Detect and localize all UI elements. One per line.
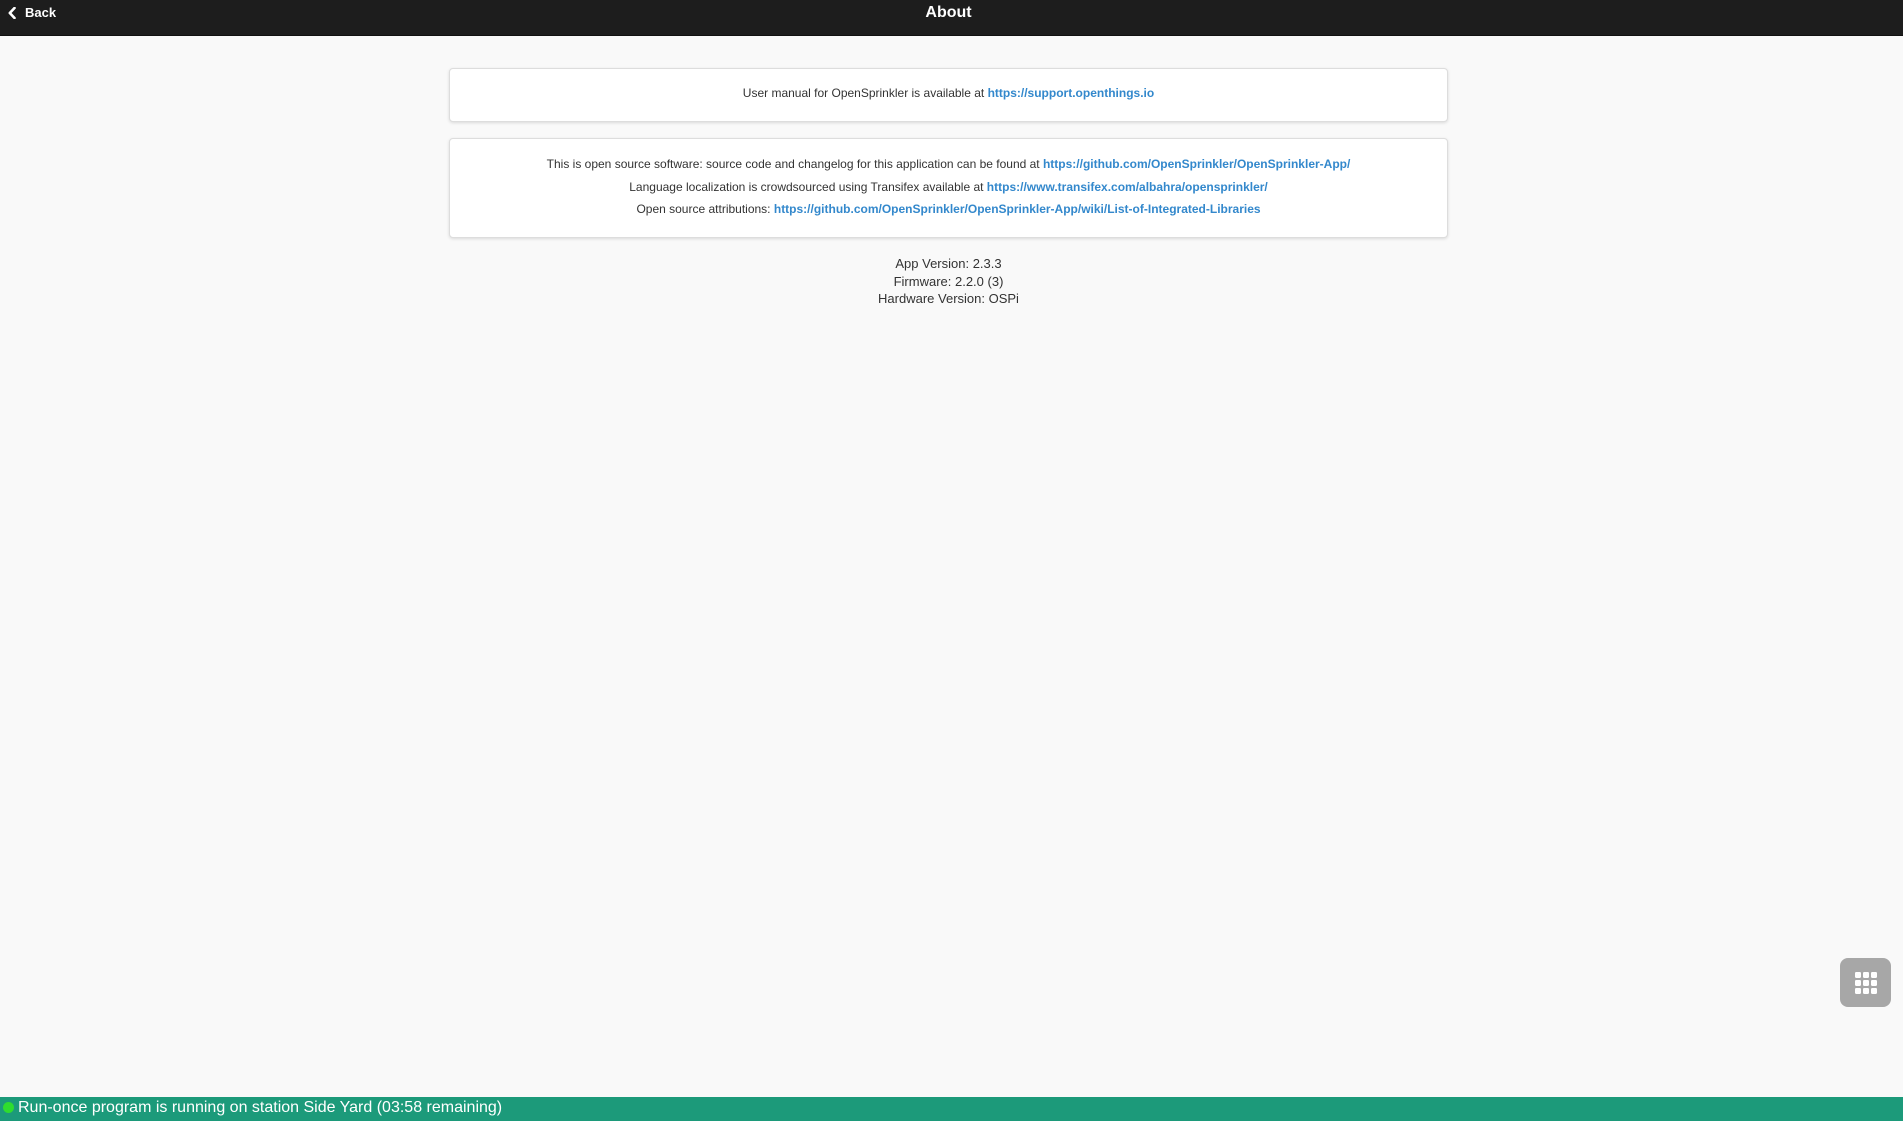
user-manual-line: User manual for OpenSprinkler is availab… [450,86,1447,101]
hardware-version: Hardware Version: OSPi [878,291,1019,306]
firmware-version: Firmware: 2.2.0 (3) [893,273,1004,289]
user-manual-text: User manual for OpenSprinkler is availab… [742,86,988,100]
grid-icon [1854,971,1877,994]
attributions-link[interactable]: https://github.com/OpenSprinkler/OpenSpr… [774,202,1261,216]
localization-text: Language localization is crowdsourced us… [629,179,987,194]
attributions-line: Open source attributions: https://github… [450,202,1447,225]
user-manual-card: User manual for OpenSprinkler is availab… [449,68,1448,122]
app-version: App Version: 2.3.3 [895,256,1002,271]
github-repo-link[interactable]: https://github.com/OpenSprinkler/OpenSpr… [1043,157,1350,171]
menu-button[interactable] [1840,958,1891,1007]
open-source-card: This is open source software: source cod… [449,138,1448,238]
version-info: App Version: 2.3.3 Firmware: 2.2.0 (3) H… [0,255,1897,308]
page-title: About [925,4,972,21]
attributions-text: Open source attributions: [636,202,774,216]
status-text: Run-once program is running on station S… [18,1098,503,1116]
source-code-text: This is open source software: source cod… [546,157,1043,171]
transifex-link[interactable]: https://www.transifex.com/albahra/opensp… [987,180,1268,194]
status-dot-icon [3,1102,14,1113]
status-bar[interactable]: Run-once program is running on station S… [0,1097,1903,1121]
source-code-line: This is open source software: source cod… [450,157,1447,180]
support-link[interactable]: https://support.openthings.io [988,86,1155,100]
header-bar: Back About [0,0,1903,36]
localization-line: Language localization is crowdsourced us… [450,180,1447,203]
